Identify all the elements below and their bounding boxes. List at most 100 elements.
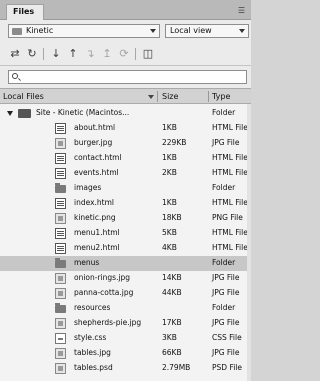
panel-menu-icon[interactable]: ☰	[238, 6, 245, 15]
file-row[interactable]: about.html 1KB HTML File	[0, 121, 251, 136]
file-name: menu1.html	[74, 228, 120, 237]
image-file-icon	[55, 363, 66, 374]
html-file-icon	[55, 168, 66, 179]
file-type: JPG File	[212, 348, 240, 357]
file-type: Folder	[212, 258, 236, 267]
html-file-icon	[55, 123, 66, 134]
column-divider[interactable]	[208, 91, 209, 102]
file-list-scrollbar[interactable]	[247, 104, 251, 381]
file-name: onion-rings.jpg	[74, 273, 131, 282]
site-view-bar: Kinetic Local view	[0, 20, 251, 42]
panel-tab-strip: Files ☰	[0, 0, 251, 20]
file-name: index.html	[74, 198, 114, 207]
file-list: Site - Kinetic (Macintos... Folder about…	[0, 104, 251, 381]
file-name: tables.jpg	[74, 348, 111, 357]
file-name: shepherds-pie.jpg	[74, 318, 142, 327]
html-file-icon	[55, 243, 66, 254]
image-file-icon	[55, 348, 66, 359]
folder-row[interactable]: resources Folder	[0, 301, 251, 316]
file-name: about.html	[74, 123, 116, 132]
folder-row-selected[interactable]: menus Folder	[0, 256, 251, 271]
site-folder-icon	[12, 28, 22, 35]
search-icon-handle	[18, 78, 21, 81]
view-select-value: Local view	[170, 26, 212, 35]
site-icon	[18, 109, 31, 118]
search-input[interactable]	[8, 70, 247, 84]
column-header-size[interactable]: Size	[162, 92, 178, 101]
image-file-icon	[55, 213, 66, 224]
file-name: contact.html	[74, 153, 122, 162]
chevron-down-icon	[239, 29, 245, 33]
html-file-icon	[55, 153, 66, 164]
html-file-icon	[55, 198, 66, 209]
connect-icon[interactable]: ⇄	[8, 47, 22, 61]
folder-icon	[55, 183, 66, 193]
file-name: events.html	[74, 168, 119, 177]
image-file-icon	[55, 138, 66, 149]
file-row[interactable]: kinetic.png 18KB PNG File	[0, 211, 251, 226]
toolbar-divider	[135, 48, 136, 60]
file-size: 2KB	[162, 168, 177, 177]
file-row[interactable]: tables.psd 2.79MB PSD File	[0, 361, 251, 376]
file-name: Site - Kinetic (Macintos...	[36, 108, 130, 117]
file-row[interactable]: burger.jpg 229KB JPG File	[0, 136, 251, 151]
file-name: panna-cotta.jpg	[74, 288, 134, 297]
file-row[interactable]: events.html 2KB HTML File	[0, 166, 251, 181]
file-type: PSD File	[212, 363, 242, 372]
file-type: JPG File	[212, 138, 240, 147]
site-select[interactable]: Kinetic	[8, 24, 160, 38]
html-file-icon	[55, 228, 66, 239]
put-icon[interactable]: ↑	[66, 47, 80, 61]
get-icon[interactable]: ↓	[49, 47, 63, 61]
file-size: 1KB	[162, 198, 177, 207]
files-panel: Files ☰ Kinetic Local view ⇄ ↻ ↓ ↑ ↴ ↥ ⟳…	[0, 0, 251, 381]
file-type: HTML File	[212, 123, 248, 132]
file-type: JPG File	[212, 273, 240, 282]
file-row[interactable]: menu2.html 4KB HTML File	[0, 241, 251, 256]
column-divider[interactable]	[157, 91, 158, 102]
file-name: kinetic.png	[74, 213, 116, 222]
files-toolbar: ⇄ ↻ ↓ ↑ ↴ ↥ ⟳ ◫	[0, 42, 251, 66]
column-headers: Local Files Size Type	[0, 88, 251, 104]
image-file-icon	[55, 288, 66, 299]
file-size: 3KB	[162, 333, 177, 342]
expand-arrow-icon[interactable]	[7, 111, 13, 116]
file-type: HTML File	[212, 168, 248, 177]
file-row[interactable]: onion-rings.jpg 14KB JPG File	[0, 271, 251, 286]
file-size: 14KB	[162, 273, 182, 282]
file-type: Folder	[212, 108, 236, 117]
expand-icon[interactable]: ◫	[141, 47, 155, 61]
file-row[interactable]: menu1.html 5KB HTML File	[0, 226, 251, 241]
file-size: 1KB	[162, 153, 177, 162]
file-row[interactable]: index.html 1KB HTML File	[0, 196, 251, 211]
chevron-down-icon	[150, 29, 156, 33]
site-root-row[interactable]: Site - Kinetic (Macintos... Folder	[0, 106, 251, 121]
checkout-icon[interactable]: ↴	[83, 47, 97, 61]
file-name: menus	[74, 258, 100, 267]
folder-row[interactable]: images Folder	[0, 181, 251, 196]
file-row[interactable]: contact.html 1KB HTML File	[0, 151, 251, 166]
column-header-name[interactable]: Local Files	[3, 92, 44, 101]
file-row[interactable]: tables.jpg 66KB JPG File	[0, 346, 251, 361]
column-header-type[interactable]: Type	[212, 92, 230, 101]
sync-icon[interactable]: ⟳	[117, 47, 131, 61]
file-name: tables.psd	[74, 363, 113, 372]
file-name: resources	[74, 303, 111, 312]
file-type: JPG File	[212, 288, 240, 297]
file-name: images	[74, 183, 102, 192]
tab-files[interactable]: Files	[6, 4, 44, 20]
refresh-icon[interactable]: ↻	[25, 47, 39, 61]
file-size: 229KB	[162, 138, 187, 147]
search-bar	[0, 66, 251, 88]
file-size: 44KB	[162, 288, 182, 297]
file-size: 1KB	[162, 123, 177, 132]
file-row[interactable]: shepherds-pie.jpg 17KB JPG File	[0, 316, 251, 331]
image-file-icon	[55, 318, 66, 329]
view-select[interactable]: Local view	[165, 24, 249, 38]
toolbar-divider	[43, 48, 44, 60]
file-row[interactable]: style.css 3KB CSS File	[0, 331, 251, 346]
file-row[interactable]: panna-cotta.jpg 44KB JPG File	[0, 286, 251, 301]
folder-icon	[55, 258, 66, 268]
checkin-icon[interactable]: ↥	[100, 47, 114, 61]
file-size: 2.79MB	[162, 363, 191, 372]
